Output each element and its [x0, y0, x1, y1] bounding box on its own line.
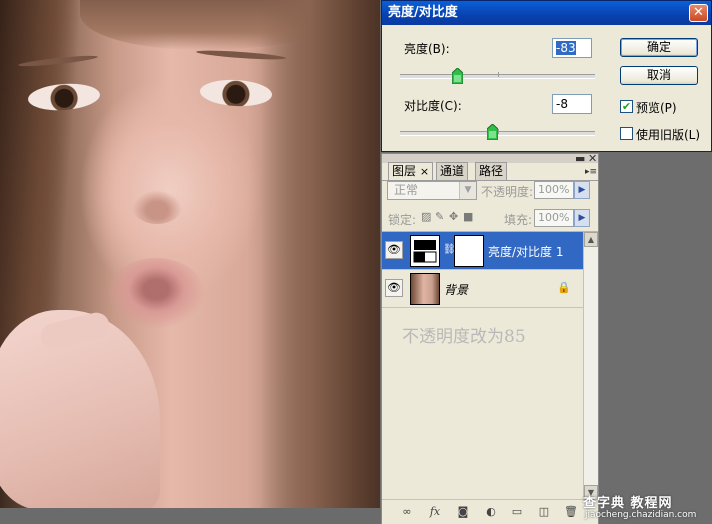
tab-paths[interactable]: 路径 [475, 162, 508, 180]
panel-menu-icon[interactable]: ▸≡ [585, 167, 597, 177]
trash-icon[interactable]: 🗑 [564, 505, 578, 519]
brightness-slider-thumb[interactable] [451, 68, 463, 84]
lock-move-icon[interactable]: ✥ [449, 210, 458, 223]
opacity-label: 不透明度: [481, 185, 534, 199]
fill-input[interactable]: 100% [534, 209, 574, 227]
close-icon[interactable]: ✕ [689, 4, 708, 22]
eye-icon[interactable]: 👁 [385, 279, 403, 297]
tab-layers[interactable]: 图层 × [388, 162, 434, 181]
layer-name: 亮度/对比度 1 [488, 245, 564, 259]
contrast-slider-thumb[interactable] [486, 124, 498, 140]
nose [132, 190, 182, 224]
add-mask-icon[interactable]: ◙ [456, 505, 470, 519]
contrast-label: 对比度(C): [404, 99, 462, 113]
lock-icon: 🔒 [557, 281, 571, 294]
preview-label: 预览(P) [636, 101, 677, 115]
dialog-titlebar[interactable]: 亮度/对比度 ✕ [382, 1, 711, 25]
adjustment-thumbnail [410, 235, 440, 267]
tab-channels-label: 通道 [440, 164, 465, 178]
link-layers-icon[interactable]: ∞ [400, 505, 414, 519]
lips [108, 258, 204, 328]
annotation-text: 不透明度改为85 [402, 327, 526, 347]
panel-close-icon[interactable]: ✕ [588, 152, 597, 165]
dialog-title: 亮度/对比度 [388, 5, 458, 20]
watermark-url: jiaocheng.chazidian.com [585, 510, 697, 520]
brightness-contrast-dialog: 亮度/对比度 ✕ 亮度(B): -83 对比度(C): -8 确定 取消 ✔ 预… [381, 0, 712, 152]
brightness-input[interactable]: -83 [552, 38, 592, 58]
watermark: 查字典 教程网 jiaocheng.chazidian.com [583, 492, 712, 524]
contrast-slider-tick [498, 129, 499, 134]
brightness-value: -83 [556, 41, 576, 55]
tab-channels[interactable]: 通道 [436, 162, 469, 180]
layer-row-adjustment[interactable]: 👁 ⛓ 亮度/对比度 1 [382, 232, 583, 270]
lock-all-icon[interactable]: ■ [463, 210, 473, 223]
watermark-title: 查字典 教程网 [583, 496, 673, 511]
brightness-label: 亮度(B): [404, 42, 450, 56]
contrast-input[interactable]: -8 [552, 94, 592, 114]
tab-paths-label: 路径 [479, 164, 504, 178]
image-canvas[interactable] [0, 0, 380, 508]
legacy-checkbox[interactable] [620, 127, 633, 140]
mask-thumbnail[interactable] [454, 235, 484, 267]
new-layer-icon[interactable]: ◫ [537, 505, 551, 519]
lock-label: 锁定: [388, 213, 417, 227]
scroll-up-icon[interactable]: ▲ [584, 232, 598, 247]
fill-value: 100% [538, 211, 570, 224]
fill-label: 填充: [504, 213, 533, 227]
tab-layers-label: 图层 [392, 164, 417, 178]
tab-close-icon[interactable]: × [420, 165, 429, 178]
hair-left-region [0, 0, 84, 353]
new-group-icon[interactable]: ▭ [510, 505, 524, 519]
cancel-button[interactable]: 取消 [620, 66, 698, 85]
layers-scrollbar[interactable]: ▲ ▼ [583, 232, 598, 500]
contrast-value: -8 [556, 97, 568, 111]
blend-mode-dropdown[interactable]: 正常 ▼ [387, 181, 477, 200]
workspace-background [599, 153, 712, 493]
ok-button[interactable]: 确定 [620, 38, 698, 57]
legacy-label: 使用旧版(L) [636, 128, 701, 142]
layers-bottom-toolbar: ∞ fx ◙ ◐ ▭ ◫ 🗑 [382, 499, 598, 524]
layer-name: 背景 [444, 283, 469, 297]
preview-checkbox[interactable]: ✔ [620, 100, 633, 113]
fill-arrow-icon[interactable]: ▶ [574, 209, 590, 227]
layers-panel: ▬ ✕ 图层 × 通道 路径 ▸≡ 正常 ▼ 不透明度: 100% ▶ 锁定: … [381, 152, 599, 524]
half-circle-icon [411, 236, 439, 266]
adjustment-layer-icon[interactable]: ◐ [484, 505, 498, 519]
opacity-value: 100% [538, 183, 570, 196]
layer-row-background[interactable]: 👁 背景 🔒 [382, 270, 583, 308]
opacity-input[interactable]: 100% [534, 181, 574, 199]
hair-right-region [260, 0, 380, 508]
chevron-down-icon: ▼ [459, 182, 476, 199]
eye-icon[interactable]: 👁 [385, 241, 403, 259]
blend-mode-value: 正常 [394, 183, 419, 197]
collapse-icon[interactable]: ▬ [575, 152, 585, 165]
fx-icon[interactable]: fx [428, 505, 442, 519]
background-thumbnail [410, 273, 440, 305]
canvas-bottom-strip [0, 508, 380, 524]
lock-transparency-icon[interactable]: ▨ [421, 210, 431, 223]
lock-paint-icon[interactable]: ✎ [435, 210, 444, 223]
brightness-slider-tick [498, 72, 499, 77]
opacity-arrow-icon[interactable]: ▶ [574, 181, 590, 199]
